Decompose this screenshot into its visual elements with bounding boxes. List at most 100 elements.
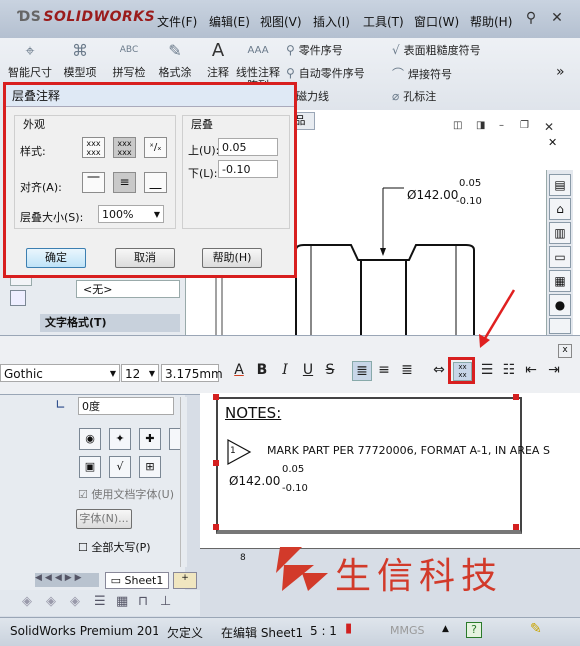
balloon-button[interactable]: ⚲ 零件序号 bbox=[286, 42, 343, 58]
italic-icon[interactable]: I bbox=[276, 361, 294, 379]
numbering-icon[interactable]: ☷ bbox=[500, 361, 518, 379]
spell-check-button[interactable]: ABC 拼写检 bbox=[108, 44, 150, 79]
model-items-button[interactable]: ⌘ 模型项 bbox=[58, 43, 102, 80]
all-caps-checkbox[interactable]: ☐ 全部大写(P) bbox=[78, 539, 188, 555]
view-close-icon[interactable]: ✕ bbox=[544, 120, 554, 134]
stack-note-button[interactable]: xx xx bbox=[448, 357, 475, 384]
selection-handle[interactable] bbox=[513, 524, 519, 530]
help-button[interactable]: 帮助(H) bbox=[202, 248, 262, 268]
units-up-icon[interactable]: ▲ bbox=[442, 624, 449, 634]
tag-icon[interactable]: ✎ bbox=[530, 621, 542, 637]
surface-finish-icon-2[interactable]: √ bbox=[109, 456, 131, 478]
tool-icon-4[interactable]: ☰ bbox=[94, 594, 106, 609]
cancel-button[interactable]: 取消 bbox=[115, 248, 175, 268]
smart-dimension-button[interactable]: ⌖ 智能尺寸 bbox=[8, 43, 52, 80]
home-icon[interactable]: ⌂ bbox=[549, 198, 571, 220]
weld-symbol-button[interactable]: ⌒ 焊接符号 bbox=[392, 65, 452, 82]
tool-icon-5[interactable]: ▦ bbox=[116, 594, 128, 609]
strikethrough-icon[interactable]: S bbox=[321, 361, 339, 379]
upper-input[interactable]: 0.05 bbox=[218, 138, 278, 156]
use-document-font-checkbox[interactable]: ☑ 使用文档字体(U) bbox=[78, 486, 188, 502]
view-maximize-icon[interactable]: ❐ bbox=[520, 120, 529, 131]
geometric-tolerance-icon[interactable]: ▣ bbox=[79, 456, 101, 478]
style-stacked-line-button[interactable]: xxx xxx bbox=[82, 137, 105, 158]
resources-icon[interactable]: ▤ bbox=[549, 174, 571, 196]
lower-input[interactable]: -0.10 bbox=[218, 160, 278, 178]
pin-icon[interactable]: ⚲ bbox=[520, 8, 542, 28]
hole-callout-button[interactable]: ⌀ 孔标注 bbox=[392, 88, 436, 104]
format-painter-button[interactable]: ✎ 格式涂 bbox=[154, 43, 196, 80]
close-icon[interactable]: ✕ bbox=[546, 8, 568, 28]
stack-size-select[interactable]: 100% ▼ bbox=[98, 205, 164, 223]
angle-input[interactable]: 0度 bbox=[78, 397, 174, 415]
appearances-icon[interactable]: ● bbox=[549, 294, 571, 316]
decrease-indent-icon[interactable]: ⇤ bbox=[522, 361, 540, 379]
formatting-close-button[interactable]: x bbox=[558, 344, 572, 358]
ok-button[interactable]: 确定 bbox=[26, 248, 86, 268]
align-top-button[interactable]: ⎺ bbox=[82, 172, 105, 193]
tool-icon-7[interactable]: ⊥ bbox=[160, 594, 171, 609]
tool-icon-3[interactable]: ◈ bbox=[70, 594, 80, 609]
menu-view[interactable]: 视图(V) bbox=[260, 13, 302, 30]
task-pane-close-icon[interactable]: ✕ bbox=[548, 136, 557, 149]
view-palette-icon[interactable]: ▦ bbox=[549, 270, 571, 292]
increase-indent-icon[interactable]: ⇥ bbox=[545, 361, 563, 379]
align-right-icon[interactable]: ≣ bbox=[398, 361, 416, 379]
none-option-field[interactable]: <无> bbox=[76, 280, 180, 298]
linear-note-pattern-icon: AAA bbox=[247, 45, 269, 56]
style-stacked-button[interactable]: xxx xxx bbox=[113, 137, 136, 158]
menu-insert[interactable]: 插入(I) bbox=[313, 13, 350, 30]
align-center-button[interactable]: ≡ bbox=[113, 172, 136, 193]
menu-window[interactable]: 窗口(W) bbox=[414, 13, 459, 30]
view-minimize-icon[interactable]: – bbox=[499, 120, 504, 131]
fit-text-icon[interactable]: ⇔ bbox=[430, 361, 448, 379]
solidworks-logo: ƊS SOLIDWORKS bbox=[18, 9, 156, 25]
font-button[interactable]: 字体(N)... bbox=[76, 509, 132, 529]
design-library-icon[interactable]: ▥ bbox=[549, 222, 571, 244]
add-symbol-icon[interactable]: ✦ bbox=[109, 428, 131, 450]
auto-balloon-button[interactable]: ⚲ 自动零件序号 bbox=[286, 65, 365, 81]
hatch-icon[interactable]: ⊞ bbox=[139, 456, 161, 478]
custom-properties-icon[interactable] bbox=[549, 318, 571, 334]
ribbon-more-button[interactable]: » bbox=[556, 64, 565, 80]
selection-handle[interactable] bbox=[213, 524, 219, 530]
selection-handle[interactable] bbox=[513, 394, 519, 400]
menu-help[interactable]: 帮助(H) bbox=[470, 13, 512, 30]
view-next-icon[interactable]: ◨ bbox=[476, 120, 485, 131]
view-restore-icon[interactable]: ◫ bbox=[453, 120, 462, 131]
align-bottom-button[interactable]: ⎽ bbox=[144, 172, 167, 193]
bullets-icon[interactable]: ☰ bbox=[478, 361, 496, 379]
menu-edit[interactable]: 编辑(E) bbox=[209, 13, 250, 30]
align-center-icon[interactable]: ≡ bbox=[375, 361, 393, 379]
drawing-dimension[interactable]: Ø142.00 bbox=[407, 188, 458, 202]
align-left-icon[interactable]: ≣ bbox=[352, 361, 372, 381]
help-icon[interactable]: ? bbox=[466, 622, 482, 638]
font-size-select[interactable]: 12 ▼ bbox=[121, 364, 159, 382]
note-button[interactable]: A 注释 bbox=[203, 42, 233, 80]
font-color-icon[interactable]: A bbox=[230, 361, 248, 379]
file-explorer-icon[interactable]: ▭ bbox=[549, 246, 571, 268]
style-diagonal-button[interactable]: ˣ/ₓ bbox=[144, 137, 167, 158]
tool-icon-6[interactable]: ⊓ bbox=[138, 594, 148, 609]
left-pane-scrollbar[interactable] bbox=[180, 397, 187, 567]
bold-icon[interactable]: B bbox=[253, 361, 271, 379]
tool-icon-2[interactable]: ◈ bbox=[46, 594, 56, 609]
sheet-nav-icons[interactable]: ◀◀◀▶▶ bbox=[35, 573, 99, 587]
underline-icon[interactable]: U bbox=[299, 361, 317, 379]
status-units[interactable]: MMGS bbox=[390, 624, 425, 637]
menu-file[interactable]: 文件(F) bbox=[157, 13, 197, 30]
rebuild-icon[interactable]: ▮ bbox=[345, 621, 352, 636]
font-height-input[interactable]: 3.175mm bbox=[161, 364, 223, 382]
tool-icon-1[interactable]: ◈ bbox=[22, 594, 32, 609]
add-sheet-icon[interactable]: + bbox=[173, 572, 197, 589]
sheet-tab[interactable]: ▭ Sheet1 bbox=[105, 572, 169, 589]
selection-handle[interactable] bbox=[213, 460, 219, 466]
status-editing: 在编辑 Sheet1 bbox=[221, 626, 304, 640]
surface-finish-button[interactable]: √ 表面粗糙度符号 bbox=[392, 42, 481, 58]
datum-feature-icon[interactable]: ✚ bbox=[139, 428, 161, 450]
selection-handle[interactable] bbox=[213, 394, 219, 400]
text-format-section-header[interactable]: 文字格式(T) bbox=[40, 314, 180, 332]
menu-tools[interactable]: 工具(T) bbox=[363, 13, 404, 30]
link-to-property-icon[interactable]: ◉ bbox=[79, 428, 101, 450]
font-select[interactable]: Gothic ▼ bbox=[0, 364, 120, 382]
